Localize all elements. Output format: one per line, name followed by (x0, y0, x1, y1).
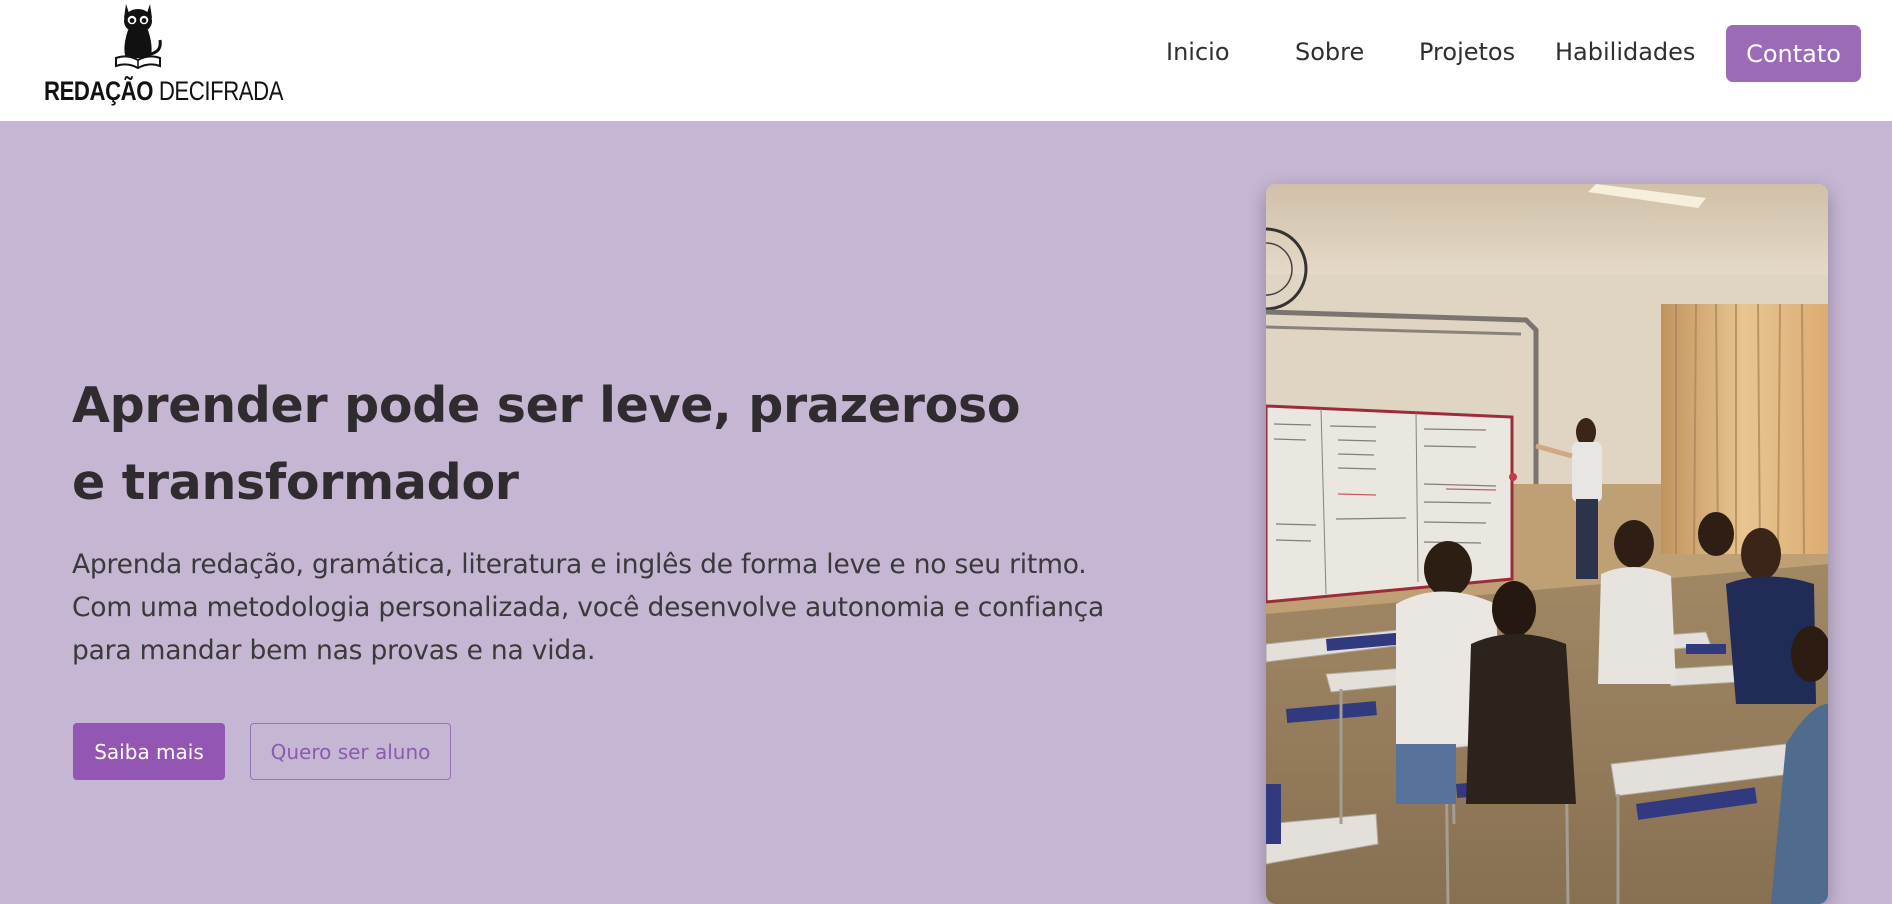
nav-item-habilidades[interactable]: Habilidades (1555, 38, 1695, 66)
classroom-photo (1266, 184, 1828, 904)
site-header: REDAÇÃO DECIFRADA Inicio Sobre Projetos … (0, 0, 1892, 121)
nav-item-inicio[interactable]: Inicio (1166, 38, 1230, 66)
hero-title-line: Aprender pode ser leve, prazeroso (72, 377, 1021, 434)
main-nav: Inicio Sobre Projetos Habilidades Contat… (1161, 25, 1861, 82)
nav-item-sobre[interactable]: Sobre (1295, 38, 1364, 66)
hero-title: Aprender pode ser leve, prazeroso e tran… (72, 367, 1172, 521)
site-logo[interactable]: REDAÇÃO DECIFRADA (44, 0, 283, 112)
hero-subtitle-line: Aprenda redação, gramática, literatura e… (72, 549, 1087, 580)
hero-title-line: e transformador (72, 454, 519, 511)
hero-subtitle-line: Com uma metodologia personalizada, você … (72, 592, 1105, 623)
logo-text-bold: REDAÇÃO (44, 76, 154, 106)
logo-text-thin: DECIFRADA (158, 76, 284, 106)
hero-subtitle: Aprenda redação, gramática, literatura e… (72, 543, 1252, 672)
hero-subtitle-line: para mandar bem nas provas e na vida. (72, 635, 596, 666)
cat-reading-book-icon (115, 4, 162, 70)
contact-button[interactable]: Contato (1726, 25, 1861, 82)
logo-wordmark: REDAÇÃO DECIFRADA (44, 76, 283, 107)
nav-item-projetos[interactable]: Projetos (1419, 38, 1515, 66)
become-student-button[interactable]: Quero ser aluno (250, 723, 451, 780)
learn-more-button[interactable]: Saiba mais (73, 723, 225, 780)
